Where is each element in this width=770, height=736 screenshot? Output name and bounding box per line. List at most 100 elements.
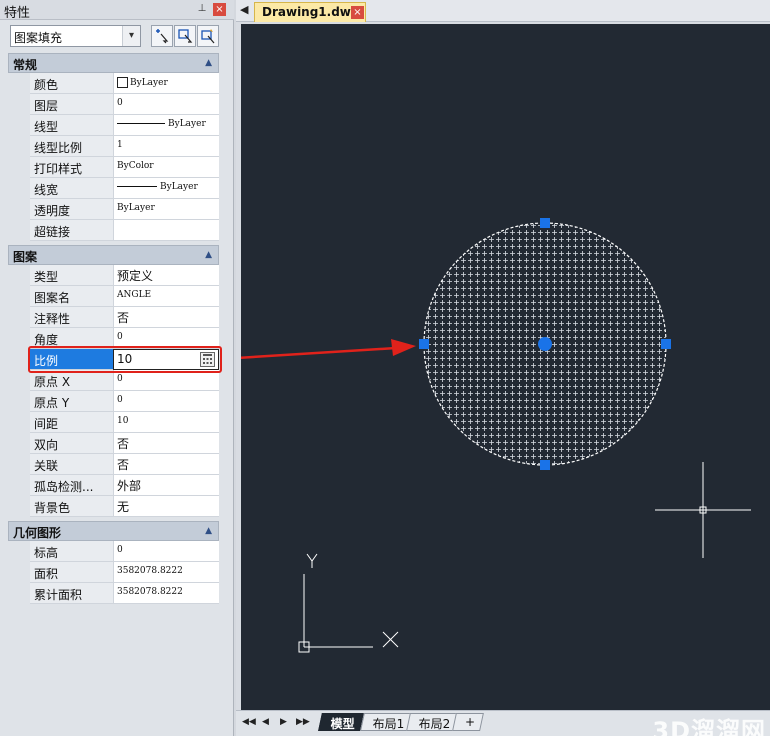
chevron-down-icon[interactable]: ▾ [122,26,140,46]
color-swatch-icon [117,77,128,88]
prop-value: 预定义 [113,265,219,286]
prop-label: 原点 X [30,370,113,391]
prop-value: 外部 [113,475,219,496]
prev-layout-icon[interactable]: ◀ [262,717,269,727]
prop-row-hyperlink[interactable]: 超链接 [8,220,219,241]
prop-row-transparency[interactable]: 透明度 ByLayer [8,199,219,220]
prop-value: 否 [113,454,219,475]
prop-row-cumulative-area[interactable]: 累计面积 3582078.8222 [8,583,219,604]
prop-value: 3582078.8222 [113,583,219,604]
prop-label: 累计面积 [30,583,113,604]
prop-value: 0 [113,541,219,562]
prop-row-bg-color[interactable]: 背景色 无 [8,496,219,517]
prop-label: 类型 [30,265,113,286]
object-type-select[interactable]: 图案填充 ▾ [10,25,141,47]
crosshair-cursor [655,462,751,558]
prop-row-linetype[interactable]: 线型 ByLayer [8,115,219,136]
toggle-pickadd-button[interactable] [151,25,173,47]
prop-row-origin-x[interactable]: 原点 X 0 [8,370,219,391]
prop-row-associative[interactable]: 关联 否 [8,454,219,475]
drawing-svg [241,218,751,653]
quick-select-icon [201,29,215,44]
prop-value: ByLayer [168,119,206,129]
prop-label: 颜色 [30,73,113,94]
collapse-icon[interactable]: ▲ [205,250,212,260]
prop-label: 间距 [30,412,113,433]
first-layout-icon[interactable]: ◀◀ [242,717,256,727]
tab-label: + [465,715,476,729]
prop-row-spacing[interactable]: 间距 10 [8,412,219,433]
section-general[interactable]: 常规 ▲ [8,53,219,73]
add-layout-button[interactable]: + [452,713,484,731]
layout-tab-bar: ◀◀ ◀ ▶ ▶▶ 模型 布局1 布局2 + 3D溜溜网 [236,710,770,736]
tab-title: Drawing1.dwg [262,5,360,19]
prop-value: 否 [113,433,219,454]
prop-row-color[interactable]: 颜色 ByLayer [8,73,219,94]
prop-value: ByLayer [130,78,168,88]
drawing-canvas[interactable] [241,24,770,710]
tab-model[interactable]: 模型 [318,713,364,731]
annotation-arrow [241,339,416,359]
prop-row-linetype-scale[interactable]: 线型比例 1 [8,136,219,157]
section-general-title: 常规 [13,58,38,72]
pickadd-icon [156,29,169,44]
tab-drawing1[interactable]: Drawing1.dwg × [254,2,366,22]
prop-label: 标高 [30,541,113,562]
last-layout-icon[interactable]: ▶▶ [296,717,310,727]
prop-label: 线宽 [30,178,113,199]
document-tab-bar: ◀ Drawing1.dwg × [236,0,770,22]
section-geometry-title: 几何图形 [13,526,62,540]
line-sample-icon [117,123,165,124]
prop-row-layer[interactable]: 图层 0 [8,94,219,115]
tab-label: 布局1 [372,717,405,731]
prop-value: 10 [113,412,219,433]
prop-label: 超链接 [30,220,113,241]
close-panel-button[interactable]: × [213,3,226,16]
select-objects-button[interactable] [174,25,196,47]
prop-row-elevation[interactable]: 标高 0 [8,541,219,562]
tab-label: 模型 [330,717,355,731]
prop-row-lineweight[interactable]: 线宽 ByLayer [8,178,219,199]
prop-label: 关联 [30,454,113,475]
document-area: ◀ Drawing1.dwg × ◀◀ ◀ ▶ ▶▶ 模型 布局1 布局2 + … [236,0,770,736]
grip-bottom [540,460,550,470]
section-geometry[interactable]: 几何图形 ▲ [8,521,219,541]
grip-center [538,337,552,351]
pin-icon[interactable]: ⊥ [196,3,208,16]
close-tab-button[interactable]: × [351,6,364,19]
prop-row-island[interactable]: 孤岛检测... 外部 [8,475,219,496]
prop-label: 原点 Y [30,391,113,412]
prop-value [113,220,219,241]
prop-row-pattern-name[interactable]: 图案名 ANGLE [8,286,219,307]
prop-value: ANGLE [113,286,219,307]
collapse-icon[interactable]: ▲ [205,526,212,536]
prop-row-type[interactable]: 类型 预定义 [8,265,219,286]
prop-value: 无 [113,496,219,517]
prop-label: 孤岛检测... [30,475,113,496]
prop-value: 0 [113,94,219,115]
prop-value: ByLayer [113,199,219,220]
section-pattern-title: 图案 [13,250,38,264]
prop-row-double[interactable]: 双向 否 [8,433,219,454]
prop-value: 0 [113,370,219,391]
prop-row-plot-style[interactable]: 打印样式 ByColor [8,157,219,178]
select-objects-icon [178,29,193,43]
prop-value: ByLayer [160,182,198,192]
section-pattern[interactable]: 图案 ▲ [8,245,219,265]
prop-value: 1 [113,136,219,157]
quick-select-button[interactable] [197,25,219,47]
prop-value: ByColor [113,157,219,178]
collapse-icon[interactable]: ▲ [205,58,212,68]
panel-title: 特性 [4,6,31,21]
prop-label: 图层 [30,94,113,115]
prop-label: 线型 [30,115,113,136]
prop-row-annotative[interactable]: 注释性 否 [8,307,219,328]
scroll-left-icon[interactable]: ◀ [240,3,248,16]
object-type-value: 图案填充 [14,31,63,45]
prop-row-origin-y[interactable]: 原点 Y 0 [8,391,219,412]
properties-panel: 特性 ⊥ × 图案填充 ▾ 常规 ▲ 颜色 ByLayer 图层 0 线型 By… [0,0,234,736]
prop-value: 否 [113,307,219,328]
next-layout-icon[interactable]: ▶ [280,717,287,727]
prop-row-area[interactable]: 面积 3582078.8222 [8,562,219,583]
panel-title-bar: 特性 ⊥ × [0,0,234,21]
